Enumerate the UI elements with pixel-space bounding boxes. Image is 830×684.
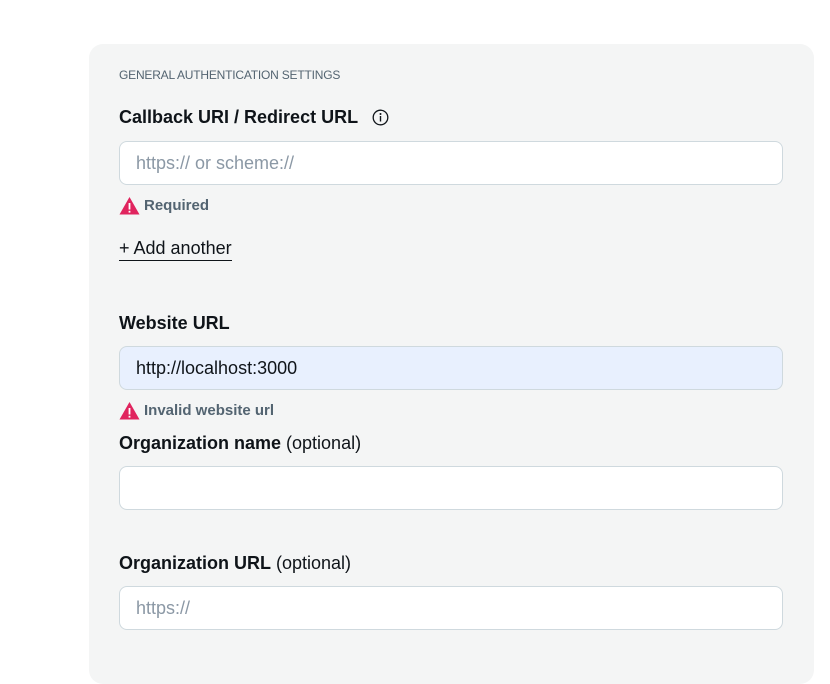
org-name-optional: (optional) [286, 433, 362, 453]
org-name-input[interactable] [119, 466, 783, 510]
org-url-optional: (optional) [276, 553, 352, 573]
callback-url-error: Required [119, 196, 209, 215]
website-url-label: Website URL [119, 313, 230, 333]
org-name-label-row: Organization name (optional) [119, 433, 361, 454]
callback-url-input[interactable] [119, 141, 783, 185]
org-url-input[interactable] [119, 586, 783, 630]
section-title: GENERAL AUTHENTICATION SETTINGS [119, 68, 341, 82]
add-another-link[interactable]: + Add another [119, 238, 232, 261]
org-url-label-row: Organization URL (optional) [119, 553, 351, 574]
callback-url-error-text: Required [144, 197, 210, 214]
callback-url-label-row: Callback URI / Redirect URL [119, 107, 389, 128]
website-url-error-text: Invalid website url [144, 402, 275, 419]
org-url-label: Organization URL [119, 553, 271, 573]
warning-icon [119, 402, 140, 420]
org-name-label: Organization name [119, 433, 282, 453]
website-url-error: Invalid website url [119, 401, 274, 420]
info-icon[interactable] [372, 109, 389, 126]
warning-icon [119, 197, 140, 215]
callback-url-label: Callback URI / Redirect URL [119, 107, 359, 127]
website-url-input[interactable] [119, 346, 783, 390]
